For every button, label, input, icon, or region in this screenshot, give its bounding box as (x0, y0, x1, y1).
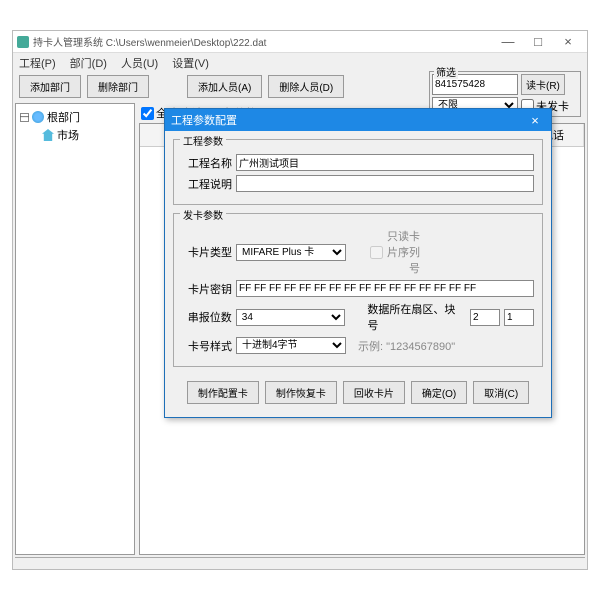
project-group-label: 工程参数 (180, 133, 226, 148)
collapse-icon[interactable]: — (20, 113, 29, 122)
cancel-button[interactable]: 取消(C) (473, 381, 529, 404)
menu-settings[interactable]: 设置(V) (172, 55, 209, 69)
menu-project[interactable]: 工程(P) (19, 55, 56, 69)
config-dialog: 工程参数配置 × 工程参数 工程名称 工程说明 发卡参数 卡片类型 MIFARE… (164, 108, 552, 418)
dept-tree: — 根部门 市场 (15, 103, 135, 555)
card-fmt-select[interactable]: 十进制4字节 (236, 337, 346, 354)
card-type-label: 卡片类型 (182, 244, 232, 260)
block-input[interactable] (504, 309, 534, 326)
del-dept-button[interactable]: 删除部门 (87, 75, 149, 98)
title-bar: 持卡人管理系统 C:\Users\wenmeier\Desktop\222.da… (13, 31, 587, 53)
card-group-label: 发卡参数 (180, 207, 226, 222)
dialog-close-button[interactable]: × (525, 113, 545, 128)
del-person-button[interactable]: 删除人员(D) (268, 75, 344, 98)
card-key-label: 卡片密钥 (182, 281, 232, 297)
proj-desc-input[interactable] (236, 175, 534, 192)
proj-name-label: 工程名称 (182, 155, 232, 171)
card-type-select[interactable]: MIFARE Plus 卡 (236, 244, 346, 261)
readonly-checkbox[interactable]: 只读卡片序列号 (370, 228, 420, 276)
read-card-button[interactable]: 读卡(R) (521, 74, 565, 95)
recycle-button[interactable]: 回收卡片 (343, 381, 405, 404)
dialog-buttons: 制作配置卡 制作恢复卡 回收卡片 确定(O) 取消(C) (165, 375, 551, 410)
sector-input[interactable] (470, 309, 500, 326)
tree-child-label: 市场 (57, 127, 79, 143)
menu-person[interactable]: 人员(U) (121, 55, 158, 69)
filter-label: 筛选 (434, 64, 458, 79)
proj-name-input[interactable] (236, 154, 534, 171)
serial-bits-select[interactable]: 34 (236, 309, 346, 326)
ok-button[interactable]: 确定(O) (411, 381, 467, 404)
add-dept-button[interactable]: 添加部门 (19, 75, 81, 98)
make-config-button[interactable]: 制作配置卡 (187, 381, 259, 404)
house-icon (42, 129, 54, 141)
project-group: 工程参数 工程名称 工程说明 (173, 139, 543, 205)
app-icon (17, 36, 29, 48)
dialog-title: 工程参数配置 (171, 112, 237, 128)
data-loc-label: 数据所在扇区、块号 (367, 301, 466, 333)
maximize-button[interactable]: □ (523, 34, 553, 49)
make-restore-button[interactable]: 制作恢复卡 (265, 381, 337, 404)
close-button[interactable]: × (553, 34, 583, 49)
add-person-button[interactable]: 添加人员(A) (187, 75, 262, 98)
tree-root-label: 根部门 (47, 109, 80, 125)
window-title: 持卡人管理系统 C:\Users\wenmeier\Desktop\222.da… (33, 34, 493, 49)
status-bar (15, 557, 585, 575)
proj-desc-label: 工程说明 (182, 176, 232, 192)
serial-bits-label: 串报位数 (182, 309, 232, 325)
menu-bar: 工程(P) 部门(D) 人员(U) 设置(V) (13, 53, 587, 71)
menu-dept[interactable]: 部门(D) (70, 55, 107, 69)
tree-root[interactable]: — 根部门 (20, 108, 130, 126)
minimize-button[interactable]: — (493, 34, 523, 49)
card-key-input[interactable] (236, 280, 534, 297)
globe-icon (32, 111, 44, 123)
tree-child[interactable]: 市场 (20, 126, 130, 144)
dialog-titlebar: 工程参数配置 × (165, 109, 551, 131)
card-fmt-label: 卡号样式 (182, 338, 232, 354)
example-text: 示例: "1234567890" (358, 338, 455, 354)
card-group: 发卡参数 卡片类型 MIFARE Plus 卡 只读卡片序列号 卡片密钥 串报位… (173, 213, 543, 367)
